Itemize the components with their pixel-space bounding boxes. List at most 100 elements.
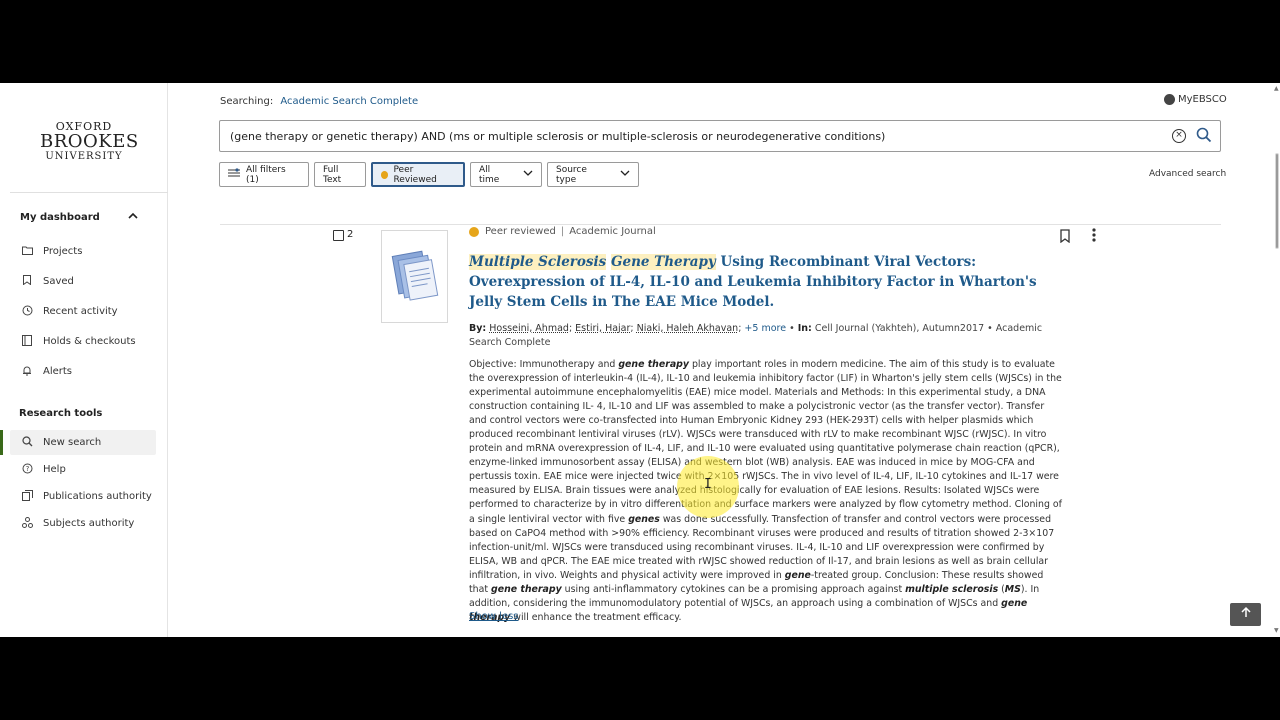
scrollbar-thumb[interactable] <box>1275 153 1279 249</box>
folder-icon <box>20 246 34 258</box>
advanced-search-link[interactable]: Advanced search <box>1149 169 1226 179</box>
book-icon <box>20 334 34 349</box>
sidebar-item-projects[interactable]: Projects <box>10 239 156 264</box>
more-authors-link[interactable]: +5 more <box>744 323 786 334</box>
help-icon: ? <box>20 463 34 477</box>
result-select-checkbox[interactable] <box>333 230 344 241</box>
abstract-highlight: MS <box>1004 583 1021 595</box>
abstract-highlight: gene therapy <box>491 583 562 595</box>
publications-icon <box>20 489 34 504</box>
abstract-text: Objective: Immunotherapy and <box>469 359 619 370</box>
sidebar-item-recent-activity[interactable]: Recent activity <box>10 299 156 324</box>
author-link[interactable]: Estiri, Hajar <box>575 323 630 334</box>
filter-sliders-icon <box>228 168 240 181</box>
title-highlight: Multiple Sclerosis <box>469 254 607 270</box>
search-input[interactable]: (gene therapy or genetic therapy) AND (m… <box>219 120 1221 152</box>
text-cursor-icon: I <box>704 477 712 492</box>
arrow-up-icon <box>1240 606 1251 617</box>
scroll-up-icon[interactable]: ▲ <box>1274 85 1279 92</box>
database-link[interactable]: Academic Search Complete <box>280 96 418 107</box>
sidebar-item-label: Recent activity <box>43 306 118 317</box>
abstract-highlight: gene <box>784 569 811 581</box>
abstract-highlight: gene therapy <box>618 359 689 370</box>
results-divider <box>220 224 1221 225</box>
myebsco-account-button[interactable]: MyEBSCO <box>1164 94 1227 105</box>
abstract-text: ( <box>998 583 1005 595</box>
peer-reviewed-filter-button[interactable]: Peer Reviewed <box>371 162 465 187</box>
title-highlight: Gene Therapy <box>610 254 716 270</box>
scroll-down-icon[interactable]: ▼ <box>1274 627 1279 634</box>
sidebar-item-label: Subjects authority <box>43 518 135 529</box>
history-icon <box>20 305 34 319</box>
abstract-text: will enhance the treatment efficacy. <box>510 611 682 623</box>
save-bookmark-icon[interactable] <box>1059 228 1071 244</box>
author-link[interactable]: Niaki, Haleh Akhavan <box>637 323 739 334</box>
sidebar-item-publications-authority[interactable]: Publications authority <box>10 484 156 509</box>
by-label: By: <box>469 323 487 334</box>
app-window: OXFORD BROOKES UNIVERSITY My dashboard P… <box>0 83 1280 637</box>
chevron-down-icon <box>523 170 533 180</box>
result-title-link[interactable]: Multiple Sclerosis Gene Therapy Using Re… <box>469 252 1049 312</box>
sidebar: OXFORD BROOKES UNIVERSITY My dashboard P… <box>0 83 168 637</box>
search-submit-icon[interactable] <box>1196 127 1212 143</box>
oxford-brookes-logo[interactable]: OXFORD BROOKES UNIVERSITY <box>40 121 139 162</box>
bookmark-icon <box>20 275 34 288</box>
full-text-label: Full Text <box>323 164 342 185</box>
chevron-down-icon <box>620 170 630 180</box>
all-filters-button[interactable]: All filters (1) <box>219 162 309 187</box>
searching-label: Searching: <box>220 96 274 107</box>
logo-line-3: UNIVERSITY <box>45 151 123 162</box>
scroll-to-top-button[interactable] <box>1230 603 1261 626</box>
source-type-dropdown[interactable]: Source type <box>547 162 639 187</box>
result-meta: Peer reviewed | Academic Journal <box>469 226 656 237</box>
peer-reviewed-text: Peer reviewed <box>485 226 556 237</box>
sidebar-item-label: Alerts <box>43 366 73 377</box>
sidebar-item-help[interactable]: ? Help <box>10 457 156 482</box>
abstract-text: using anti-inflammatory cytokines can be… <box>561 583 906 595</box>
account-icon <box>1164 94 1175 105</box>
publication-type: Academic Journal <box>569 226 656 237</box>
logo-line-2: BROOKES <box>40 131 139 152</box>
peer-reviewed-icon <box>469 226 479 237</box>
search-icon <box>20 435 34 450</box>
document-thumbnail[interactable] <box>381 230 448 323</box>
clear-search-icon[interactable]: × <box>1172 129 1186 143</box>
sidebar-item-label: Saved <box>43 276 74 287</box>
meta-separator: | <box>560 226 565 237</box>
sidebar-item-subjects-authority[interactable]: Subjects authority <box>10 511 156 536</box>
peer-reviewed-badge-icon <box>381 170 389 179</box>
source-publication: Cell Journal (Yakhteh), Autumn2017 <box>814 323 985 334</box>
sidebar-item-label: Holds & checkouts <box>43 336 136 347</box>
full-text-filter-button[interactable]: Full Text <box>314 162 366 187</box>
sidebar-item-label: Projects <box>43 246 83 257</box>
sidebar-item-alerts[interactable]: Alerts <box>10 359 156 384</box>
account-label: MyEBSCO <box>1178 94 1227 105</box>
svg-text:?: ? <box>25 465 29 473</box>
all-time-dropdown[interactable]: All time <box>470 162 542 187</box>
sidebar-item-holds-checkouts[interactable]: Holds & checkouts <box>10 329 156 354</box>
peer-reviewed-label: Peer Reviewed <box>393 164 437 185</box>
my-dashboard-heading: My dashboard <box>20 212 100 223</box>
sidebar-divider <box>10 192 168 193</box>
show-less-link[interactable]: Show less <box>469 611 519 622</box>
source-type-label: Source type <box>556 164 587 185</box>
result-abstract: Objective: Immunotherapy and gene therap… <box>469 358 1063 625</box>
sidebar-item-saved[interactable]: Saved <box>10 269 156 294</box>
more-options-icon[interactable] <box>1088 227 1100 243</box>
document-icon <box>391 250 439 301</box>
abstract-text: play important roles in modern medicine.… <box>469 359 1062 525</box>
sidebar-item-new-search[interactable]: New search <box>0 430 156 455</box>
result-byline: By: Hosseini, Ahmad; Estiri, Hajar; Niak… <box>469 323 1043 348</box>
page-scrollbar[interactable]: ▲ ▼ <box>1274 83 1280 637</box>
chevron-up-icon <box>128 212 138 223</box>
sidebar-item-label: New search <box>43 437 102 448</box>
abstract-highlight: multiple sclerosis <box>905 583 999 595</box>
author-link[interactable]: Hosseini, Ahmad <box>489 323 569 334</box>
result-number: 2 <box>347 229 354 240</box>
research-tools-heading: Research tools <box>19 408 103 419</box>
abstract-highlight: genes <box>628 513 660 525</box>
my-dashboard-toggle[interactable]: My dashboard <box>20 212 138 223</box>
search-query-text: (gene therapy or genetic therapy) AND (m… <box>230 129 886 143</box>
sidebar-item-label: Publications authority <box>43 491 152 502</box>
bell-icon <box>20 365 34 379</box>
